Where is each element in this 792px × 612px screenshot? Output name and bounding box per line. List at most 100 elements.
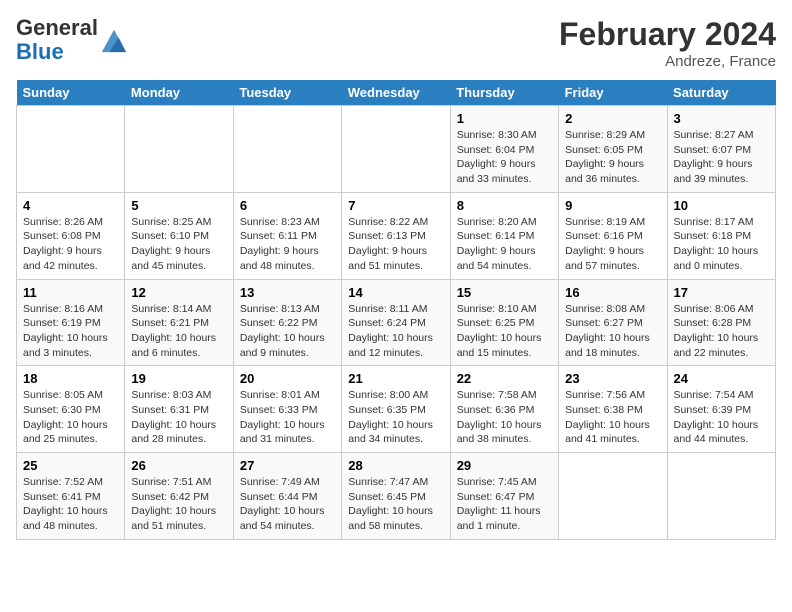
day-info: Sunrise: 8:13 AM Sunset: 6:22 PM Dayligh… — [240, 302, 335, 361]
calendar-cell: 13 Sunrise: 8:13 AM Sunset: 6:22 PM Dayli… — [233, 279, 341, 366]
week-row-1: 4 Sunrise: 8:26 AM Sunset: 6:08 PM Daylig… — [17, 192, 776, 279]
day-number: 21 — [348, 371, 443, 386]
calendar-cell: 23 Sunrise: 7:56 AM Sunset: 6:38 PM Dayli… — [559, 366, 667, 453]
day-number: 2 — [565, 111, 660, 126]
header-cell-saturday: Saturday — [667, 80, 775, 106]
calendar-body: 1 Sunrise: 8:30 AM Sunset: 6:04 PM Daylig… — [17, 106, 776, 540]
day-number: 6 — [240, 198, 335, 213]
logo-blue-text: Blue — [16, 39, 64, 64]
day-number: 23 — [565, 371, 660, 386]
day-info: Sunrise: 8:25 AM Sunset: 6:10 PM Dayligh… — [131, 215, 226, 274]
day-info: Sunrise: 7:54 AM Sunset: 6:39 PM Dayligh… — [674, 388, 769, 447]
day-info: Sunrise: 8:11 AM Sunset: 6:24 PM Dayligh… — [348, 302, 443, 361]
day-info: Sunrise: 7:45 AM Sunset: 6:47 PM Dayligh… — [457, 475, 552, 534]
calendar-cell: 26 Sunrise: 7:51 AM Sunset: 6:42 PM Dayli… — [125, 453, 233, 540]
day-number: 22 — [457, 371, 552, 386]
calendar-cell: 10 Sunrise: 8:17 AM Sunset: 6:18 PM Dayli… — [667, 192, 775, 279]
day-number: 12 — [131, 285, 226, 300]
calendar-header: SundayMondayTuesdayWednesdayThursdayFrid… — [17, 80, 776, 106]
calendar-cell: 2 Sunrise: 8:29 AM Sunset: 6:05 PM Daylig… — [559, 106, 667, 193]
day-info: Sunrise: 8:22 AM Sunset: 6:13 PM Dayligh… — [348, 215, 443, 274]
header-cell-thursday: Thursday — [450, 80, 558, 106]
location-label: Andreze, France — [559, 53, 776, 70]
calendar-cell: 9Sunrise: 8:19 AM Sunset: 6:16 PM Daylig… — [559, 192, 667, 279]
day-info: Sunrise: 7:56 AM Sunset: 6:38 PM Dayligh… — [565, 388, 660, 447]
day-number: 28 — [348, 458, 443, 473]
day-info: Sunrise: 8:03 AM Sunset: 6:31 PM Dayligh… — [131, 388, 226, 447]
calendar-cell — [667, 453, 775, 540]
day-info: Sunrise: 8:16 AM Sunset: 6:19 PM Dayligh… — [23, 302, 118, 361]
day-number: 29 — [457, 458, 552, 473]
day-info: Sunrise: 7:51 AM Sunset: 6:42 PM Dayligh… — [131, 475, 226, 534]
calendar-cell: 19 Sunrise: 8:03 AM Sunset: 6:31 PM Dayli… — [125, 366, 233, 453]
day-number: 13 — [240, 285, 335, 300]
header-cell-tuesday: Tuesday — [233, 80, 341, 106]
day-info: Sunrise: 8:17 AM Sunset: 6:18 PM Dayligh… — [674, 215, 769, 274]
calendar-cell: 3Sunrise: 8:27 AM Sunset: 6:07 PM Daylig… — [667, 106, 775, 193]
day-info: Sunrise: 8:30 AM Sunset: 6:04 PM Dayligh… — [457, 128, 552, 187]
day-number: 5 — [131, 198, 226, 213]
day-number: 7 — [348, 198, 443, 213]
calendar-cell: 20Sunrise: 8:01 AM Sunset: 6:33 PM Dayli… — [233, 366, 341, 453]
calendar-cell: 29 Sunrise: 7:45 AM Sunset: 6:47 PM Dayli… — [450, 453, 558, 540]
calendar-cell: 27Sunrise: 7:49 AM Sunset: 6:44 PM Dayli… — [233, 453, 341, 540]
title-block: February 2024 Andreze, France — [559, 16, 776, 70]
day-info: Sunrise: 8:05 AM Sunset: 6:30 PM Dayligh… — [23, 388, 118, 447]
calendar-cell: 22 Sunrise: 7:58 AM Sunset: 6:36 PM Dayli… — [450, 366, 558, 453]
day-number: 26 — [131, 458, 226, 473]
calendar-cell: 8 Sunrise: 8:20 AM Sunset: 6:14 PM Daylig… — [450, 192, 558, 279]
calendar-cell: 18 Sunrise: 8:05 AM Sunset: 6:30 PM Dayli… — [17, 366, 125, 453]
day-number: 10 — [674, 198, 769, 213]
calendar-cell: 11 Sunrise: 8:16 AM Sunset: 6:19 PM Dayli… — [17, 279, 125, 366]
header-cell-monday: Monday — [125, 80, 233, 106]
calendar-cell: 21Sunrise: 8:00 AM Sunset: 6:35 PM Dayli… — [342, 366, 450, 453]
calendar-cell: 24 Sunrise: 7:54 AM Sunset: 6:39 PM Dayli… — [667, 366, 775, 453]
day-info: Sunrise: 7:58 AM Sunset: 6:36 PM Dayligh… — [457, 388, 552, 447]
calendar-cell — [342, 106, 450, 193]
header-cell-friday: Friday — [559, 80, 667, 106]
page-header: General Blue February 2024 Andreze, Fran… — [16, 16, 776, 70]
day-number: 4 — [23, 198, 118, 213]
calendar-cell: 16Sunrise: 8:08 AM Sunset: 6:27 PM Dayli… — [559, 279, 667, 366]
day-info: Sunrise: 7:52 AM Sunset: 6:41 PM Dayligh… — [23, 475, 118, 534]
logo-icon — [100, 26, 128, 54]
header-cell-wednesday: Wednesday — [342, 80, 450, 106]
day-number: 14 — [348, 285, 443, 300]
calendar-cell: 28 Sunrise: 7:47 AM Sunset: 6:45 PM Dayli… — [342, 453, 450, 540]
calendar-cell: 5 Sunrise: 8:25 AM Sunset: 6:10 PM Daylig… — [125, 192, 233, 279]
day-info: Sunrise: 8:14 AM Sunset: 6:21 PM Dayligh… — [131, 302, 226, 361]
day-number: 24 — [674, 371, 769, 386]
day-number: 8 — [457, 198, 552, 213]
calendar-cell: 1 Sunrise: 8:30 AM Sunset: 6:04 PM Daylig… — [450, 106, 558, 193]
day-info: Sunrise: 8:29 AM Sunset: 6:05 PM Dayligh… — [565, 128, 660, 187]
calendar-cell: 4 Sunrise: 8:26 AM Sunset: 6:08 PM Daylig… — [17, 192, 125, 279]
week-row-4: 25 Sunrise: 7:52 AM Sunset: 6:41 PM Dayli… — [17, 453, 776, 540]
logo-general-text: General — [16, 15, 98, 40]
day-number: 11 — [23, 285, 118, 300]
day-info: Sunrise: 8:19 AM Sunset: 6:16 PM Dayligh… — [565, 215, 660, 274]
header-cell-sunday: Sunday — [17, 80, 125, 106]
week-row-0: 1 Sunrise: 8:30 AM Sunset: 6:04 PM Daylig… — [17, 106, 776, 193]
week-row-2: 11 Sunrise: 8:16 AM Sunset: 6:19 PM Dayli… — [17, 279, 776, 366]
day-info: Sunrise: 8:06 AM Sunset: 6:28 PM Dayligh… — [674, 302, 769, 361]
day-info: Sunrise: 7:49 AM Sunset: 6:44 PM Dayligh… — [240, 475, 335, 534]
day-info: Sunrise: 8:20 AM Sunset: 6:14 PM Dayligh… — [457, 215, 552, 274]
day-number: 20 — [240, 371, 335, 386]
calendar-cell: 17Sunrise: 8:06 AM Sunset: 6:28 PM Dayli… — [667, 279, 775, 366]
calendar-cell — [125, 106, 233, 193]
calendar-cell: 7 Sunrise: 8:22 AM Sunset: 6:13 PM Daylig… — [342, 192, 450, 279]
day-info: Sunrise: 8:10 AM Sunset: 6:25 PM Dayligh… — [457, 302, 552, 361]
calendar-table: SundayMondayTuesdayWednesdayThursdayFrid… — [16, 80, 776, 540]
day-number: 15 — [457, 285, 552, 300]
day-info: Sunrise: 8:23 AM Sunset: 6:11 PM Dayligh… — [240, 215, 335, 274]
day-number: 18 — [23, 371, 118, 386]
day-number: 16 — [565, 285, 660, 300]
day-number: 19 — [131, 371, 226, 386]
calendar-cell: 6 Sunrise: 8:23 AM Sunset: 6:11 PM Daylig… — [233, 192, 341, 279]
day-info: Sunrise: 8:26 AM Sunset: 6:08 PM Dayligh… — [23, 215, 118, 274]
day-info: Sunrise: 8:27 AM Sunset: 6:07 PM Dayligh… — [674, 128, 769, 187]
day-number: 25 — [23, 458, 118, 473]
calendar-cell — [233, 106, 341, 193]
day-number: 1 — [457, 111, 552, 126]
day-info: Sunrise: 7:47 AM Sunset: 6:45 PM Dayligh… — [348, 475, 443, 534]
